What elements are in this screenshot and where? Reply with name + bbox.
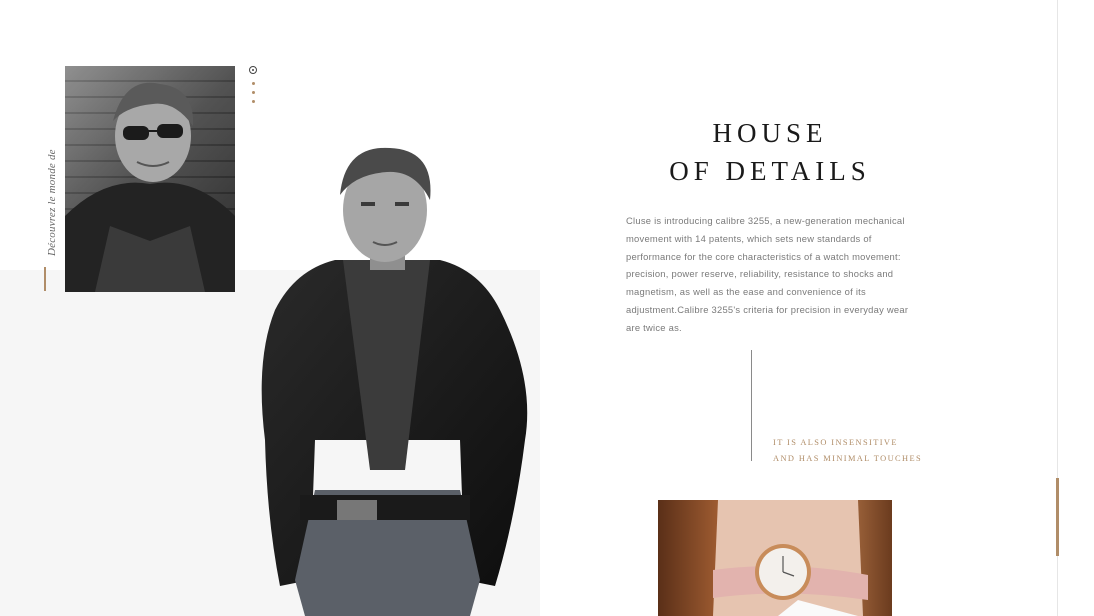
title-line-1: HOUSE xyxy=(712,118,828,148)
tagline-line-2: AND HAS MINIMAL TOUCHES xyxy=(773,454,923,463)
slider-dot-4[interactable] xyxy=(252,100,255,103)
slider-dot-2[interactable] xyxy=(252,82,255,85)
model-photo xyxy=(235,140,540,616)
title-line-2: OF DETAILS xyxy=(669,156,871,186)
slider-dot-1[interactable] xyxy=(249,66,257,74)
scroll-indicator[interactable] xyxy=(1056,478,1059,556)
vertical-divider xyxy=(751,350,752,461)
tagline: IT IS ALSO INSENSITIVE AND HAS MINIMAL T… xyxy=(773,435,973,467)
page-title: HOUSE OF DETAILS xyxy=(620,114,920,190)
side-caption: Découvrez le monde de xyxy=(46,149,58,256)
description-text: Cluse is introducing calibre 3255, a new… xyxy=(626,215,909,333)
side-accent-line xyxy=(44,267,46,291)
watch-photo xyxy=(658,500,892,616)
slider-dot-3[interactable] xyxy=(252,91,255,94)
portrait-photo xyxy=(65,66,235,292)
tagline-line-1: IT IS ALSO INSENSITIVE xyxy=(773,438,898,447)
